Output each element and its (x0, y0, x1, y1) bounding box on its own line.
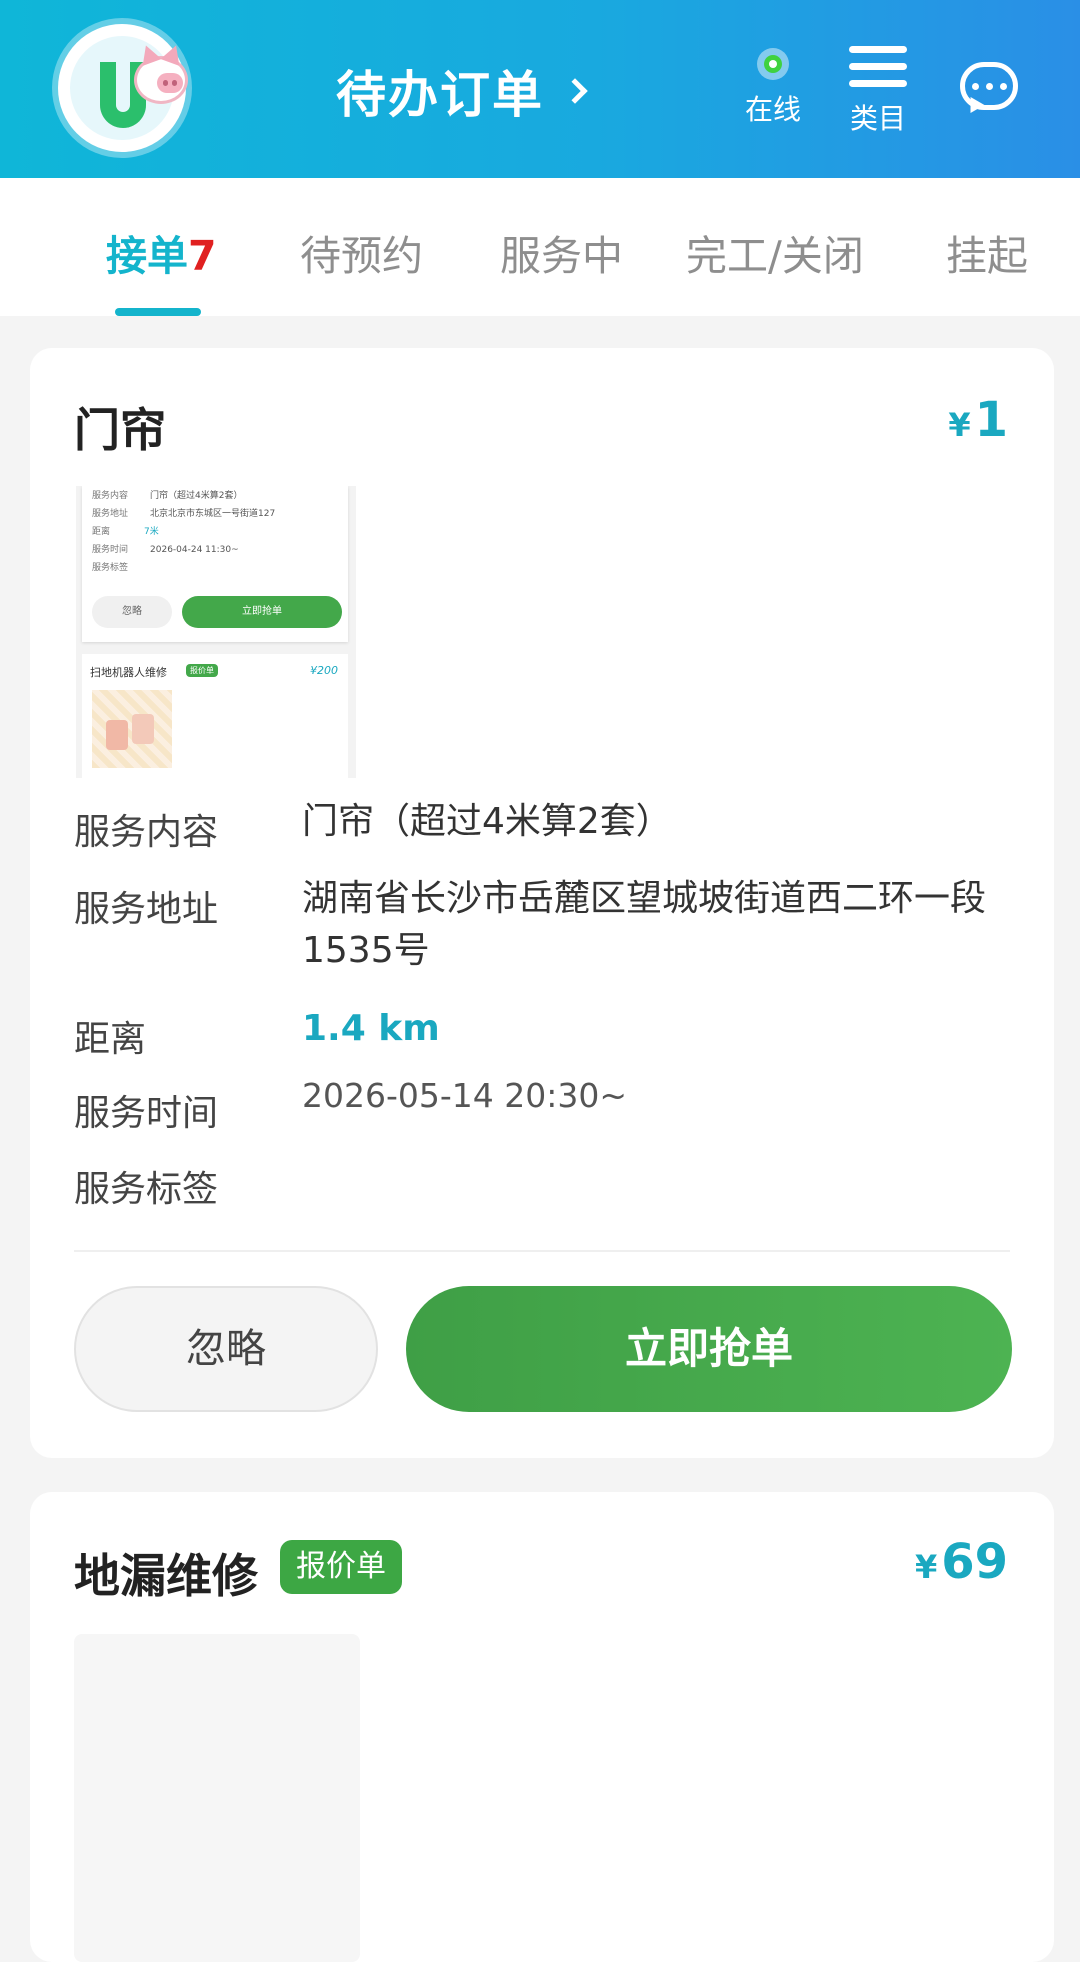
thumbnail-row: 服务标签 (92, 563, 129, 573)
menu-icon (849, 46, 907, 87)
order-tabs: 接单7 待预约 服务中 完工/关闭 挂起 (0, 178, 1080, 316)
grab-order-button[interactable]: 立即抢单 (406, 1286, 1012, 1412)
page-title-dropdown[interactable]: 待办订单 (336, 58, 588, 124)
card-divider (74, 1250, 1010, 1252)
thumbnail-ignore-button: 忽略 (92, 596, 172, 628)
order-price: ¥69 (915, 1534, 1008, 1590)
chevron-right-icon (562, 78, 588, 104)
row-label: 距离 (74, 1019, 147, 1060)
price-amount: 69 (941, 1534, 1008, 1590)
app-header: 待办订单 在线 类目 (0, 0, 1080, 178)
currency-symbol: ¥ (914, 1548, 938, 1586)
row-value: 1.4 km (302, 1008, 440, 1049)
order-card[interactable]: 地漏维修 报价单 ¥69 (30, 1492, 1054, 1962)
order-thumbnail[interactable]: 服务内容 门帘（超过4米算2套） 服务地址 北京北京市东城区一号街道127 距离 7米… (76, 486, 356, 778)
thumbnail-row: 服务地址 北京北京市东城区一号街道127 (92, 509, 276, 519)
logo-background (70, 36, 188, 140)
tab-in-service[interactable]: 服务中 (500, 222, 623, 282)
thumbnail-product-image (92, 690, 172, 768)
row-label: 服务时间 (74, 1093, 219, 1134)
row-label: 服务地址 (74, 889, 219, 930)
thumbnail-row: 服务时间 2026-04-24 11:30~ (92, 545, 239, 555)
thumbnail-next-title: 扫地机器人维修 (90, 666, 167, 679)
order-title: 地漏维修 (74, 1549, 258, 1603)
row-value: 湖南省长沙市岳麓区望城坡街道西二环一段1535号 (302, 878, 987, 971)
order-card[interactable]: 门帘 ¥1 服务内容 门帘（超过4米算2套） 服务地址 北京北京市东城区一号街道12… (30, 348, 1054, 1458)
tab-count-badge: 7 (188, 232, 217, 280)
ignore-button[interactable]: 忽略 (74, 1286, 378, 1412)
thumbnail-row: 服务内容 门帘（超过4米算2套） (92, 491, 243, 501)
tab-completed-closed[interactable]: 完工/关闭 (686, 222, 864, 282)
page-title: 待办订单 (336, 66, 544, 124)
order-thumbnail[interactable] (74, 1634, 360, 1962)
pig-logo-icon[interactable] (58, 24, 188, 152)
chat-button[interactable] (960, 62, 1020, 118)
thumbnail-row: 距离 7米 (92, 527, 159, 537)
pig-snout (157, 73, 183, 93)
thumbnail-next-tag: 报价单 (186, 664, 218, 677)
online-dot-icon (757, 48, 789, 80)
quote-tag-badge: 报价单 (280, 1540, 402, 1594)
row-value: 2026-05-14 20:30~ (302, 1076, 628, 1115)
currency-symbol: ¥ (948, 406, 971, 444)
tab-label: 接单 (106, 232, 188, 280)
thumbnail-next-order: 扫地机器人维修 报价单 ¥200 (82, 654, 348, 778)
tab-accept-orders[interactable]: 接单7 (106, 222, 217, 282)
row-label: 服务内容 (74, 812, 219, 853)
thumbnail-next-price: ¥200 (310, 664, 338, 677)
chat-icon (960, 62, 1018, 110)
online-status[interactable]: 在线 (738, 48, 808, 128)
thumbnail-grab-button: 立即抢单 (182, 596, 342, 628)
tab-pending-appointment[interactable]: 待预约 (300, 222, 423, 282)
category-menu-button[interactable]: 类目 (846, 46, 910, 137)
order-title: 门帘 (74, 403, 166, 457)
active-tab-indicator (115, 308, 201, 316)
pig-head (134, 42, 188, 104)
category-menu-label: 类目 (849, 102, 906, 135)
price-amount: 1 (974, 392, 1008, 448)
thumbnail-order-preview: 服务内容 门帘（超过4米算2套） 服务地址 北京北京市东城区一号街道127 距离 7米… (82, 486, 348, 642)
tab-suspended[interactable]: 挂起 (946, 222, 1028, 282)
order-price: ¥1 (948, 392, 1008, 448)
pig-ear-right (160, 42, 186, 66)
row-value: 门帘（超过4米算2套） (302, 801, 672, 842)
online-status-label: 在线 (744, 93, 801, 126)
row-label: 服务标签 (74, 1169, 219, 1210)
